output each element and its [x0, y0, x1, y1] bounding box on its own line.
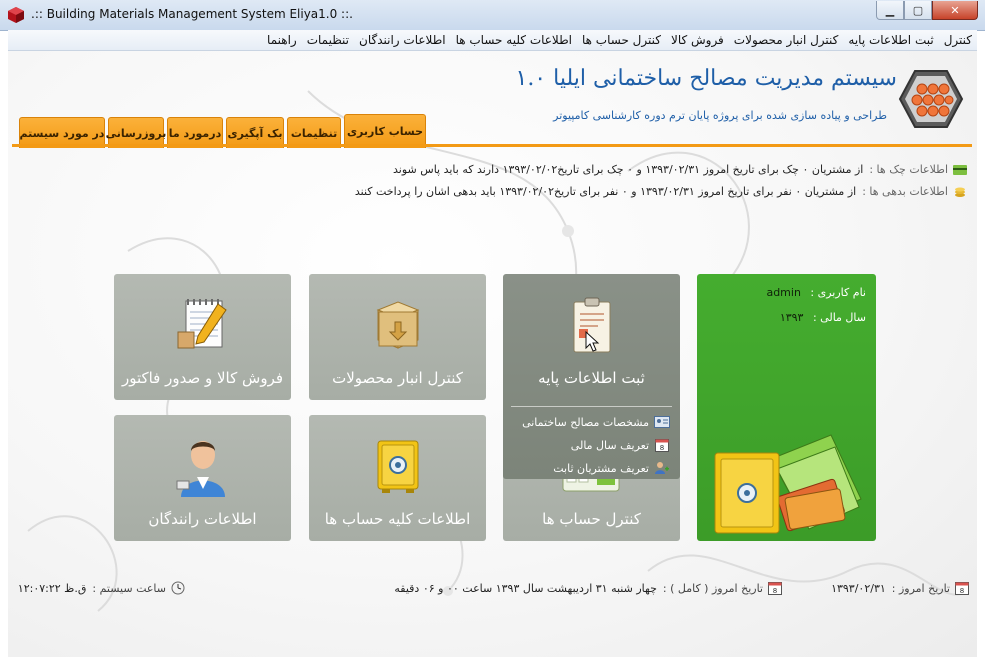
username-label: نام کاربری : [810, 286, 866, 299]
submenu-building-materials-label: مشخصات مصالح ساختمانی [522, 415, 649, 429]
menu-item-settings[interactable]: تنظیمات [302, 33, 354, 47]
safe-money-illustration-icon [714, 434, 862, 534]
svg-text:8: 8 [960, 587, 964, 595]
status-clock: ساعت سیستم : ق.ظ ۱۲:۰۷:۲۲ [18, 581, 185, 595]
checks-info-text: از مشتریان ۰ چک برای تاریخ امروز ۱۳۹۳/۰۲… [393, 163, 864, 176]
clock-icon [171, 581, 185, 595]
username-value: admin [766, 286, 801, 299]
svg-text:8: 8 [660, 444, 664, 452]
tile-all-accounts-label: اطلاعات کلیه حساب ها [324, 510, 471, 528]
box-icon [376, 301, 419, 349]
tile-sales[interactable]: فروش کالا و صدور فاکتور [114, 274, 291, 400]
tile-warehouse[interactable]: کنترل انبار محصولات [309, 274, 486, 400]
fiscal-year-row: سال مالی : ۱۳۹۳ [780, 311, 866, 324]
app-logo-icon [898, 70, 964, 128]
tab-underline [12, 144, 972, 147]
status-bar: 8 تاریخ امروز : ۱۳۹۳/۰۲/۳۱ 8 تاریخ امروز… [8, 573, 977, 601]
menu-bar: کنترل ثبت اطلاعات پایه کنترل انبار محصول… [8, 30, 977, 51]
checks-info: اطلاعات چک ها : از مشتریان ۰ چک برای تار… [393, 163, 967, 176]
user-info-panel: نام کاربری : admin سال مالی : ۱۳۹۳ [697, 274, 876, 541]
tile-base-info-divider [511, 406, 672, 407]
debts-info-text: از مشتریان ۰ نفر برای تاریخ امروز ۱۳۹۳/۰… [354, 185, 857, 198]
status-full-date-value: چهار شنبه ۳۱ اردیبهشت سال ۱۳۹۳ ساعت ۰۰ و… [394, 581, 657, 595]
username-row: نام کاربری : admin [766, 286, 866, 299]
menu-item-accounts[interactable]: کنترل حساب ها [577, 33, 666, 47]
add-user-icon [655, 462, 669, 474]
page-subtitle: طراحی و پیاده سازی شده برای پروژه پایان … [553, 109, 887, 122]
safe-icon [377, 440, 418, 493]
main-content: سیستم مدیریت مصالح ساختمانی ایلیا ۱.۰ طر… [8, 51, 977, 657]
submenu-regular-customers-label: تعریف مشتریان ثابت [553, 461, 649, 475]
close-button[interactable]: ✕ [932, 1, 978, 20]
fiscal-year-label: سال مالی : [812, 311, 866, 324]
maximize-button[interactable]: ▢ [904, 1, 932, 20]
debts-info-label: اطلاعات بدهی ها : [862, 185, 948, 198]
submenu-building-materials[interactable]: مشخصات مصالح ساختمانی [522, 415, 670, 429]
fiscal-year-value: ۱۳۹۳ [779, 311, 804, 324]
page-title: سیستم مدیریت مصالح ساختمانی ایلیا ۱.۰ [515, 66, 898, 91]
menu-item-drivers[interactable]: اطلاعات رانندگان [354, 33, 451, 47]
clipboard-icon [573, 297, 610, 353]
app-cube-icon [8, 7, 24, 23]
svg-text:8: 8 [773, 587, 777, 595]
debts-info: اطلاعات بدهی ها : از مشتریان ۰ نفر برای … [355, 185, 967, 198]
credit-card-icon [953, 164, 967, 175]
menu-item-help[interactable]: راهنما [262, 33, 302, 47]
calendar-icon: 8 [768, 582, 782, 595]
notepad-pencil-icon [177, 299, 227, 349]
calendar-icon: 8 [955, 582, 969, 595]
menu-item-base-info[interactable]: ثبت اطلاعات پایه [843, 33, 938, 47]
checks-info-label: اطلاعات چک ها : [869, 163, 948, 176]
status-date-label: تاریخ امروز : [891, 581, 950, 595]
driver-user-icon [176, 441, 225, 497]
menu-item-warehouse[interactable]: کنترل انبار محصولات [729, 33, 844, 47]
submenu-regular-customers[interactable]: تعریف مشتریان ثابت [553, 461, 670, 475]
status-clock-label: ساعت سیستم : [92, 581, 166, 595]
status-date: 8 تاریخ امروز : ۱۳۹۳/۰۲/۳۱ [831, 581, 969, 595]
tab-user-account[interactable]: حساب کاربری [344, 114, 426, 148]
status-full-date: 8 تاریخ امروز ( کامل ) : چهار شنبه ۳۱ ار… [394, 581, 782, 595]
tile-drivers-label: اطلاعات رانندگان [148, 510, 257, 528]
status-clock-value: ق.ظ ۱۲:۰۷:۲۲ [17, 581, 87, 595]
window-titlebar: .:: Building Materials Management System… [0, 0, 985, 31]
tile-accounts-label: کنترل حساب ها [542, 510, 641, 528]
coins-icon [955, 187, 965, 197]
tile-base-info[interactable]: ثبت اطلاعات پایه مشخصات مصالح ساختمانی 8… [503, 274, 680, 479]
menu-item-control[interactable]: کنترل [939, 33, 977, 47]
window-title: .:: Building Materials Management System… [31, 7, 353, 21]
calendar-icon: 8 [655, 439, 669, 452]
menu-item-sales[interactable]: فروش کالا [666, 33, 729, 47]
minimize-button[interactable]: ▁ [876, 1, 904, 20]
status-date-value: ۱۳۹۳/۰۲/۳۱ [831, 581, 886, 595]
id-card-icon [654, 416, 670, 428]
tile-sales-label: فروش کالا و صدور فاکتور [121, 369, 284, 387]
menu-item-all-accounts[interactable]: اطلاعات کلیه حساب ها [451, 33, 577, 47]
tile-base-info-label: ثبت اطلاعات پایه [538, 369, 645, 387]
submenu-fiscal-year[interactable]: 8 تعریف سال مالی [571, 438, 670, 452]
status-full-date-label: تاریخ امروز ( کامل ) : [662, 581, 763, 595]
tile-all-accounts[interactable]: اطلاعات کلیه حساب ها [309, 415, 486, 541]
tile-drivers[interactable]: اطلاعات رانندگان [114, 415, 291, 541]
submenu-fiscal-year-label: تعریف سال مالی [570, 438, 649, 452]
tab-strip: در مورد سیستم بروزرسانی درمورد ما بک آپگ… [19, 114, 429, 148]
tile-warehouse-label: کنترل انبار محصولات [332, 369, 463, 387]
